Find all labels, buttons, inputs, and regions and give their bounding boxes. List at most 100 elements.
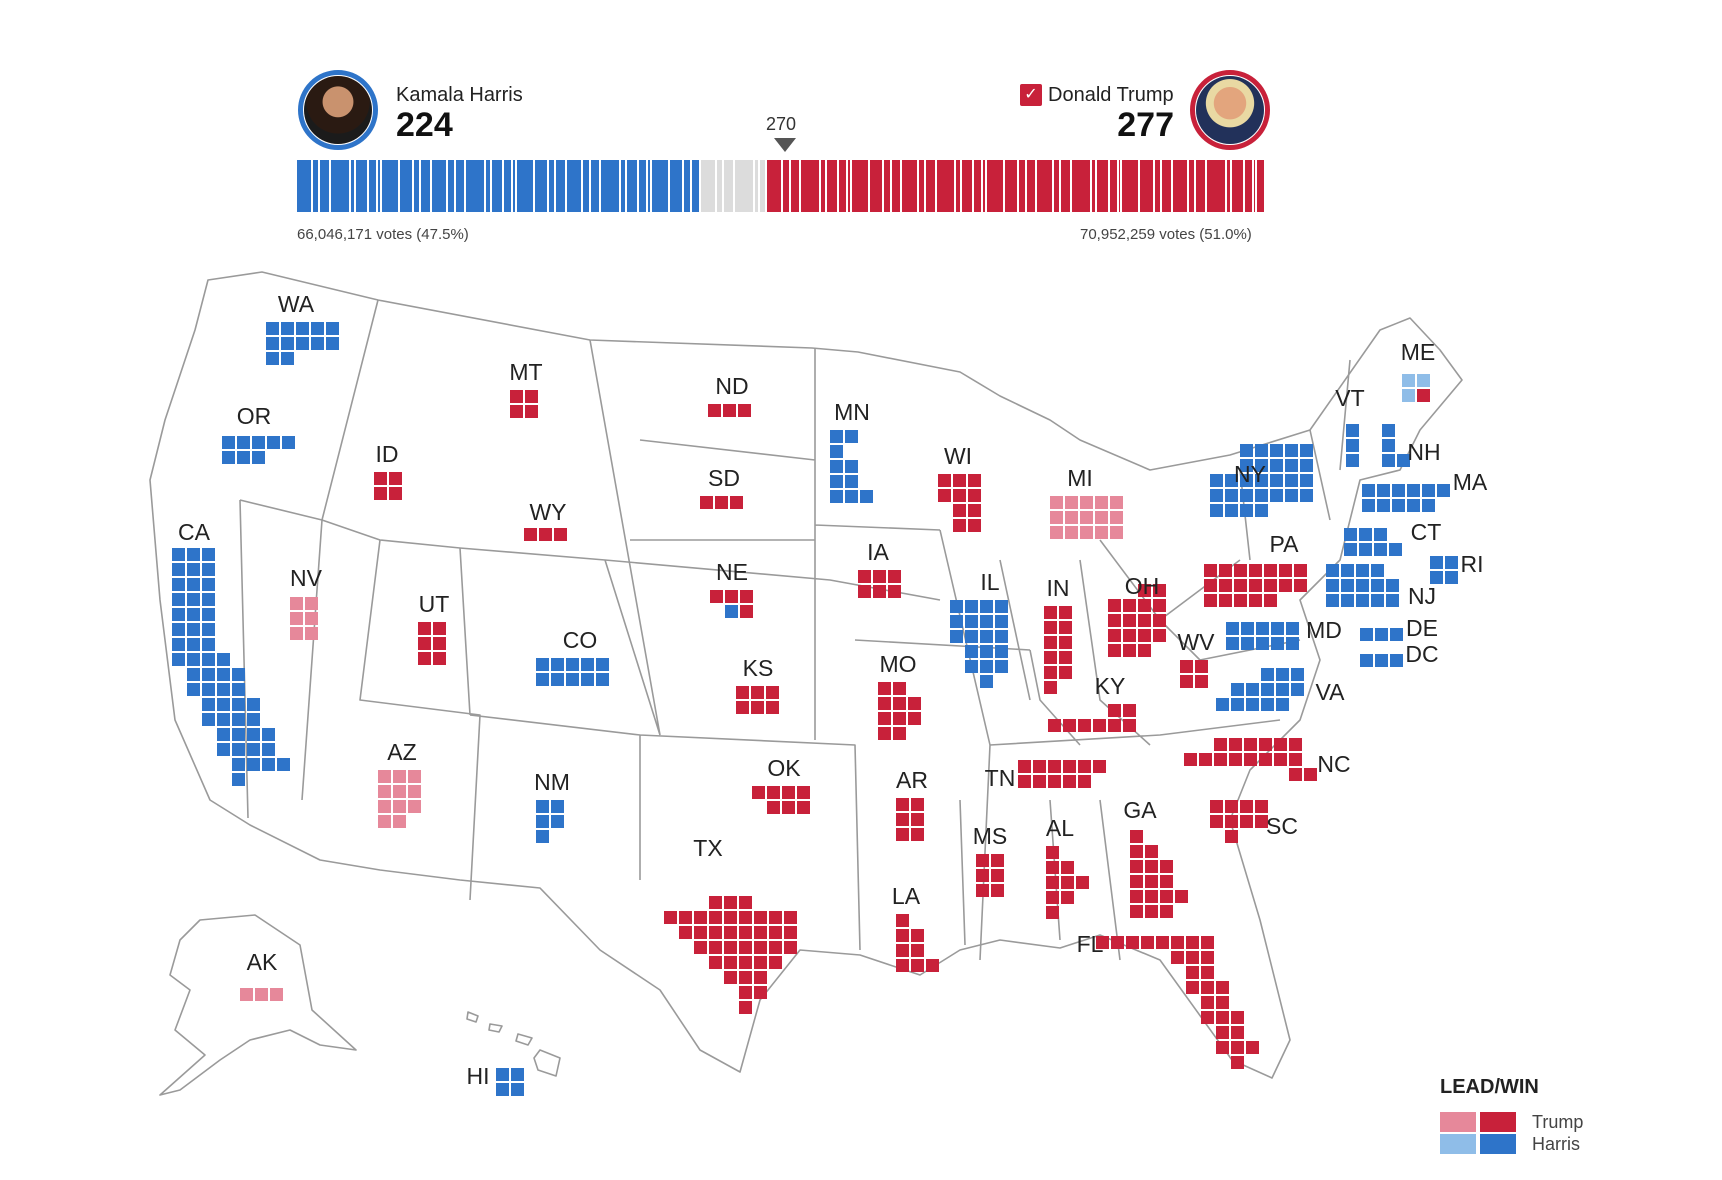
- electoral-vote-cell: [1390, 628, 1403, 641]
- state-nv[interactable]: NV: [290, 565, 323, 640]
- state-mi[interactable]: MI: [1050, 465, 1123, 539]
- electoral-vote-cell: [710, 590, 723, 603]
- state-ok[interactable]: OK: [752, 755, 810, 814]
- electoral-vote-cell: [709, 941, 722, 954]
- state-sc[interactable]: SC: [1210, 800, 1298, 843]
- electoral-vote-cell: [1216, 996, 1229, 1009]
- state-ia[interactable]: IA: [858, 539, 901, 598]
- electoral-vote-cell: [1279, 564, 1292, 577]
- electoral-vote-cell: [878, 712, 891, 725]
- state-sd[interactable]: SD: [700, 465, 743, 509]
- electoral-vote-cell: [995, 630, 1008, 643]
- electoral-vote-cell: [893, 727, 906, 740]
- electoral-vote-cell: [784, 911, 797, 924]
- electoral-vote-cell: [724, 956, 737, 969]
- electoral-vote-cell: [1402, 389, 1415, 402]
- electoral-vote-cell: [950, 600, 963, 613]
- electoral-vote-cell: [730, 496, 743, 509]
- state-co[interactable]: CO: [536, 627, 609, 686]
- state-ga[interactable]: GA: [1123, 797, 1188, 918]
- electoral-vote-cell: [252, 451, 265, 464]
- electoral-vote-cell: [525, 390, 538, 403]
- state-ny[interactable]: NY: [1210, 444, 1313, 517]
- state-md[interactable]: MD: [1226, 617, 1342, 650]
- state-dc[interactable]: DC: [1360, 641, 1439, 667]
- state-ca[interactable]: CA: [172, 519, 290, 786]
- electoral-vote-cell: [290, 627, 303, 640]
- state-ct[interactable]: CT: [1344, 519, 1441, 556]
- state-nh[interactable]: NH: [1382, 424, 1441, 467]
- state-ak[interactable]: AK: [240, 949, 283, 1001]
- electoral-vote-cell: [187, 623, 200, 636]
- state-or[interactable]: OR: [222, 403, 295, 464]
- state-mt[interactable]: MT: [509, 359, 543, 418]
- electoral-vote-cell: [1346, 439, 1359, 452]
- electoral-vote-cell: [1216, 1026, 1229, 1039]
- state-label: MI: [1067, 465, 1093, 491]
- electoral-vote-cell: [1300, 489, 1313, 502]
- state-tx[interactable]: TX: [664, 835, 797, 1014]
- electoral-vote-cell: [1445, 556, 1458, 569]
- state-wi[interactable]: WI: [938, 443, 981, 532]
- state-oh[interactable]: OH: [1108, 573, 1166, 657]
- electoral-vote-cell: [1175, 890, 1188, 903]
- electoral-vote-cell: [305, 597, 318, 610]
- legend: LEAD/WIN Trump Harris: [1440, 1076, 1640, 1176]
- state-wy[interactable]: WY: [524, 499, 567, 541]
- state-label: ME: [1401, 339, 1436, 365]
- state-tn[interactable]: TN: [985, 760, 1106, 791]
- state-ar[interactable]: AR: [896, 767, 928, 841]
- state-wa[interactable]: WA: [266, 291, 339, 365]
- state-de[interactable]: DE: [1360, 615, 1438, 641]
- electoral-vote-cell: [1274, 738, 1287, 751]
- electoral-vote-cell: [1246, 1041, 1259, 1054]
- state-fl[interactable]: FL: [1077, 931, 1259, 1069]
- electoral-vote-cell: [754, 926, 767, 939]
- electoral-vote-cell: [1076, 876, 1089, 889]
- state-al[interactable]: AL: [1046, 815, 1089, 919]
- electoral-vote-cell: [281, 337, 294, 350]
- state-hi[interactable]: HI: [467, 1063, 525, 1096]
- state-ks[interactable]: KS: [736, 655, 779, 714]
- state-label: WA: [278, 291, 315, 317]
- state-nm[interactable]: NM: [534, 769, 570, 843]
- electoral-vote-cell: [1110, 526, 1123, 539]
- state-me[interactable]: ME: [1401, 339, 1436, 402]
- electoral-vote-cell: [1382, 424, 1395, 437]
- state-id[interactable]: ID: [374, 441, 402, 500]
- electoral-vote-cell: [1046, 906, 1059, 919]
- electoral-vote-cell: [1059, 666, 1072, 679]
- electoral-vote-cell: [976, 884, 989, 897]
- state-ut[interactable]: UT: [418, 591, 449, 665]
- state-mo[interactable]: MO: [878, 651, 921, 740]
- state-label: IN: [1047, 575, 1070, 601]
- electoral-vote-cell: [976, 869, 989, 882]
- state-il[interactable]: IL: [950, 569, 1008, 688]
- state-ri[interactable]: RI: [1430, 551, 1484, 584]
- state-in[interactable]: IN: [1044, 575, 1072, 694]
- electoral-vote-cell: [830, 460, 843, 473]
- state-nc[interactable]: NC: [1184, 738, 1351, 781]
- state-label: WY: [529, 499, 566, 525]
- state-ne[interactable]: NE: [710, 559, 753, 618]
- state-la[interactable]: LA: [892, 883, 939, 972]
- state-ms[interactable]: MS: [973, 823, 1008, 897]
- state-az[interactable]: AZ: [378, 739, 421, 828]
- electoral-vote-cell: [723, 404, 736, 417]
- state-va[interactable]: VA: [1216, 668, 1345, 711]
- electoral-vote-cell: [1046, 846, 1059, 859]
- state-vt[interactable]: VT: [1335, 385, 1365, 467]
- electoral-vote-cell: [1065, 526, 1078, 539]
- state-nj[interactable]: NJ: [1326, 564, 1436, 609]
- electoral-vote-cell: [1033, 760, 1046, 773]
- electoral-vote-cell: [739, 941, 752, 954]
- state-nd[interactable]: ND: [708, 373, 751, 417]
- state-label: RI: [1461, 551, 1484, 577]
- electoral-vote-cell: [536, 658, 549, 671]
- state-mn[interactable]: MN: [830, 399, 873, 503]
- state-pa[interactable]: PA: [1204, 531, 1307, 607]
- electoral-vote-cell: [1371, 594, 1384, 607]
- state-label: HI: [467, 1063, 490, 1089]
- electoral-vote-cell: [1095, 526, 1108, 539]
- electoral-vote-cell: [858, 585, 871, 598]
